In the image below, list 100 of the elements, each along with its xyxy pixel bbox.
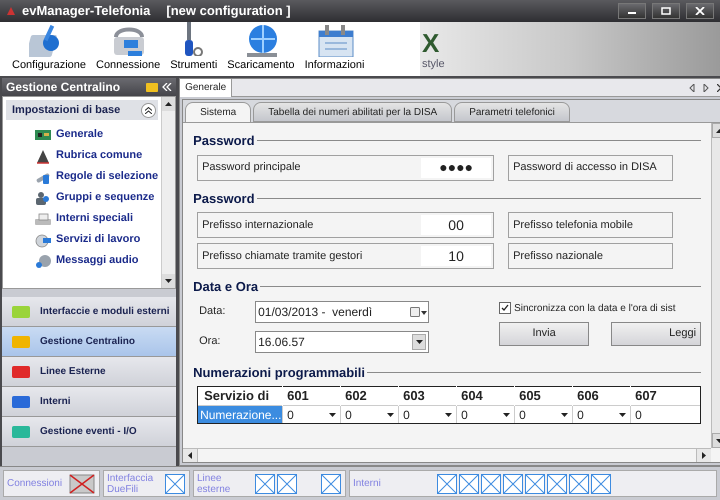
port-icon xyxy=(591,474,611,494)
port-icon xyxy=(321,474,341,494)
scrollbar[interactable] xyxy=(161,97,176,288)
date-picker[interactable]: 01/03/2013 - venerdì xyxy=(255,300,430,322)
dropdown-cell[interactable]: 0 xyxy=(572,406,630,423)
toolbar-button[interactable]: Configurazione xyxy=(8,20,90,73)
port-icon xyxy=(547,474,567,494)
action-button[interactable]: Invia xyxy=(499,322,590,346)
port-icon xyxy=(437,474,457,494)
time-field[interactable]: 16.06.57 xyxy=(255,330,430,352)
dropdown-cell[interactable]: 0 xyxy=(398,406,456,423)
port-icon xyxy=(525,474,545,494)
scroll-down-icon xyxy=(165,279,172,283)
port-icon xyxy=(459,474,479,494)
column-header: 605 xyxy=(514,386,572,406)
input-field[interactable]: 00 xyxy=(421,215,492,235)
toolbar-button[interactable]: Scaricamento xyxy=(223,20,299,73)
column-header: 603 xyxy=(398,386,456,406)
port-icon xyxy=(165,474,185,494)
close-icon xyxy=(695,7,705,15)
scroll-up-icon xyxy=(165,102,172,106)
toolbar-button[interactable]: Connessione xyxy=(92,20,164,73)
dropdown-cell[interactable]: 0 xyxy=(282,406,340,423)
field-label: Prefisso nazionale xyxy=(513,248,604,264)
port-icon xyxy=(569,474,589,494)
dropdown-cell[interactable]: 0 xyxy=(456,406,514,423)
window-title: evManager-Telefonia xyxy=(22,2,150,20)
input-field[interactable]: 10 xyxy=(421,246,492,266)
close-button[interactable] xyxy=(686,3,714,19)
app-icon xyxy=(6,6,16,16)
action-button[interactable]: Leggi xyxy=(611,322,702,346)
check-icon xyxy=(501,304,510,312)
dropdown-cell[interactable]: 0 xyxy=(340,406,398,423)
calendar-icon xyxy=(410,306,428,318)
section-heading: Data e Ora xyxy=(193,278,258,296)
printer-icon xyxy=(34,210,52,226)
sidebar-link[interactable]: Interni speciali xyxy=(56,210,134,227)
chevron-up-icon xyxy=(145,106,152,114)
tab[interactable]: Parametri telefonici xyxy=(454,102,570,122)
status-label: Interfaccia DueFili xyxy=(107,472,154,494)
port-icon xyxy=(255,474,275,494)
people-icon xyxy=(34,190,52,206)
field-label: Prefisso chiamate tramite gestori xyxy=(202,248,364,264)
sidebar-link[interactable]: Servizi di lavoro xyxy=(56,231,140,248)
dropdown-cell[interactable]: 0 xyxy=(630,406,688,423)
sidebar-title: Gestione Centralino xyxy=(6,79,122,96)
field-label: Password principale xyxy=(202,160,302,176)
scroll-left-icon xyxy=(188,452,192,459)
nav-button[interactable]: Gestione Centralino xyxy=(2,327,176,357)
nav-button[interactable]: Linee Esterne xyxy=(2,357,176,387)
field-label: Prefisso internazionale xyxy=(202,218,314,233)
section-heading: Password xyxy=(193,190,255,208)
date-label: Data: xyxy=(199,304,226,320)
column-header: Servizio di xyxy=(203,387,270,406)
nav-button[interactable]: Interfaccie e moduli esterni xyxy=(2,297,176,327)
horizontal-scrollbar[interactable] xyxy=(183,448,712,462)
banner-tagline: style xyxy=(422,57,446,72)
column-header: 602 xyxy=(340,386,398,406)
sidebar-link[interactable]: Rubrica comune xyxy=(56,147,142,164)
sidebar-link[interactable]: Gruppi e sequenze xyxy=(56,189,154,206)
collapse-icon xyxy=(162,83,172,91)
tab[interactable]: Tabella dei numeri abilitati per la DISA xyxy=(253,102,452,122)
nav-button[interactable]: Gestione eventi - I/O xyxy=(2,417,176,447)
column-header: 607 xyxy=(630,386,688,406)
screwdriver-icon xyxy=(184,21,204,56)
folder-icon xyxy=(146,82,158,92)
toolbar-button[interactable]: Informazioni xyxy=(300,20,368,73)
toolbar-button[interactable]: Strumenti xyxy=(166,20,222,73)
dropdown-arrow-icon xyxy=(503,412,510,416)
dropdown-arrow-icon xyxy=(445,412,452,416)
checkbox[interactable] xyxy=(499,302,512,314)
maximize-button[interactable] xyxy=(652,3,680,19)
dropdown-arrow-icon xyxy=(329,412,336,416)
dropdown-cell[interactable]: 0 xyxy=(514,406,572,423)
minimize-button[interactable] xyxy=(618,3,646,19)
port-icon xyxy=(503,474,523,494)
status-label: Interni xyxy=(353,478,382,489)
checkbox-label: Sincronizza con la data e l'ora di sist xyxy=(514,302,676,316)
document-tab[interactable]: Generale xyxy=(180,78,232,96)
nav-button[interactable]: Interni xyxy=(2,387,176,417)
section-heading: Password xyxy=(193,132,255,150)
dropdown-arrow-icon xyxy=(561,412,568,416)
port-icon xyxy=(277,474,297,494)
window-subtitle: [new configuration ] xyxy=(166,2,291,20)
status-label: Connessioni xyxy=(7,478,64,489)
status-label: Linee esterne xyxy=(197,472,232,494)
banner-mark: X xyxy=(422,30,440,56)
disconnected-icon xyxy=(69,474,95,494)
dropdown-arrow-icon xyxy=(619,412,626,416)
collapse-button[interactable] xyxy=(141,102,156,118)
column-header: 606 xyxy=(572,386,630,406)
section-title: Impostazioni di base xyxy=(12,102,122,118)
sidebar-link[interactable]: Regole di selezione xyxy=(56,168,158,185)
sidebar-link[interactable]: Messaggi audio xyxy=(56,252,139,269)
field-label: Password di accesso in DISA xyxy=(513,160,658,176)
dropdown-arrow-icon xyxy=(416,340,423,344)
input-field[interactable]: ●●●● xyxy=(421,158,492,178)
sidebar-link[interactable]: Generale xyxy=(56,126,104,143)
port-icon xyxy=(481,474,501,494)
tab[interactable]: Sistema xyxy=(185,102,252,122)
